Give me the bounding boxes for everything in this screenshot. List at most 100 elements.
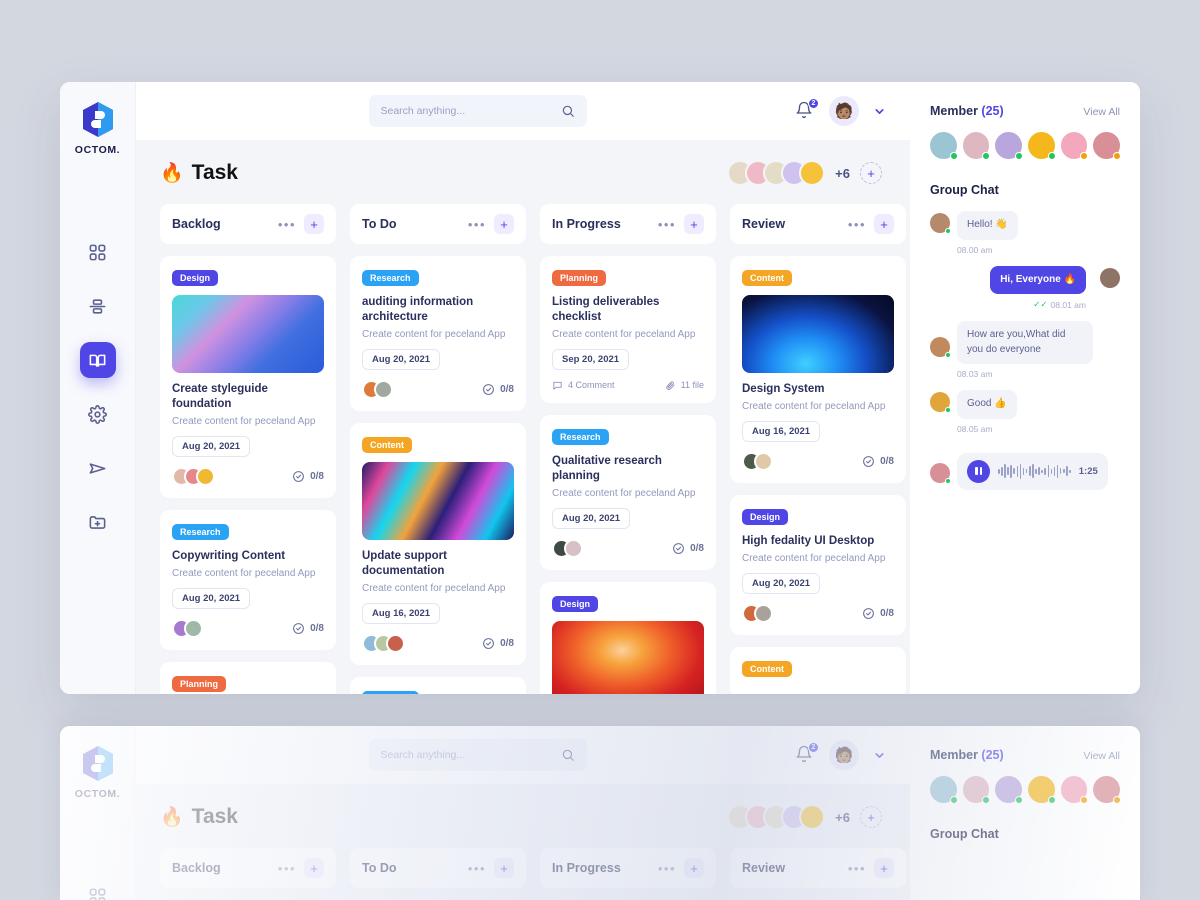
- add-card-button[interactable]: +: [304, 214, 324, 234]
- card-subtitle: Create content for peceland App: [172, 415, 316, 427]
- view-all-link[interactable]: View All: [1083, 106, 1120, 118]
- kanban-board: 🔥 Task +6 +: [136, 140, 910, 694]
- add-card-button[interactable]: +: [874, 214, 894, 234]
- card-avatar-stack[interactable]: [172, 466, 215, 486]
- member-avatar[interactable]: [1093, 776, 1122, 804]
- add-card-button[interactable]: +: [684, 214, 704, 234]
- add-card-button[interactable]: +: [684, 858, 704, 878]
- search-input[interactable]: [380, 105, 553, 117]
- task-card[interactable]: Planning Listing deliverables checklist …: [540, 256, 716, 403]
- board-column-in-progress: In Progress ••• +: [540, 848, 716, 900]
- add-card-button[interactable]: +: [874, 858, 894, 878]
- search-box[interactable]: [368, 739, 587, 771]
- view-all-link[interactable]: View All: [1083, 750, 1120, 762]
- task-card[interactable]: Research Qualitative research planning C…: [540, 414, 716, 570]
- member-avatar[interactable]: [1060, 132, 1089, 160]
- card-avatar-stack[interactable]: [742, 603, 773, 623]
- sidebar-item-send[interactable]: [80, 450, 116, 486]
- sidebar-item-layout[interactable]: [80, 288, 116, 324]
- task-card[interactable]: Planning: [160, 661, 336, 694]
- check-circle-icon: [863, 607, 875, 619]
- member-avatar[interactable]: [930, 776, 958, 804]
- layout-distribute-icon: [89, 298, 106, 314]
- avatar[interactable]: [799, 804, 826, 830]
- more-horizontal-icon[interactable]: •••: [848, 862, 866, 875]
- status-dot: [1047, 796, 1056, 804]
- folder-plus-icon: [89, 515, 106, 529]
- task-card[interactable]: Research Copywriting Content Create cont…: [160, 509, 336, 650]
- sidebar-item-board[interactable]: [79, 342, 116, 378]
- member-avatar[interactable]: [962, 132, 991, 160]
- status-dot: [945, 407, 951, 413]
- search-input[interactable]: [380, 749, 553, 761]
- sidebar-item-dashboard[interactable]: [80, 878, 116, 900]
- sidebar-item-dashboard[interactable]: [80, 234, 116, 270]
- sidebar-item-new-folder[interactable]: [80, 504, 116, 540]
- add-member-button[interactable]: +: [860, 162, 882, 184]
- member-avatar[interactable]: [995, 132, 1024, 160]
- member-avatar[interactable]: [1028, 132, 1056, 160]
- member-avatar[interactable]: [930, 132, 958, 160]
- member-avatar[interactable]: [1028, 776, 1056, 804]
- member-avatar-stack[interactable]: [727, 160, 826, 186]
- task-card[interactable]: Content Update support documentation Cre…: [350, 422, 526, 665]
- add-member-button[interactable]: +: [860, 806, 882, 828]
- add-card-button[interactable]: +: [494, 214, 514, 234]
- member-avatar[interactable]: [1060, 776, 1089, 804]
- member-label: Member (25): [930, 104, 1004, 118]
- member-avatar-stack[interactable]: [727, 804, 826, 830]
- search-box[interactable]: [368, 95, 587, 127]
- avatar[interactable]: 🧑🏽: [829, 96, 859, 126]
- card-title: Listing deliverables checklist: [552, 296, 660, 323]
- more-horizontal-icon[interactable]: •••: [658, 218, 676, 231]
- chevron-down-icon[interactable]: [873, 105, 886, 118]
- voice-player[interactable]: 1:25: [957, 452, 1108, 490]
- card-avatar-stack[interactable]: [362, 379, 393, 399]
- task-card[interactable]: Design: [540, 581, 716, 694]
- task-card[interactable]: Research: [350, 676, 526, 694]
- avatar: [386, 633, 405, 653]
- card-avatar-stack[interactable]: [172, 618, 203, 638]
- voice-duration: 1:25: [1078, 465, 1098, 477]
- status-badge: Content: [362, 436, 412, 453]
- sidebar-item-settings[interactable]: [80, 396, 116, 432]
- more-horizontal-icon[interactable]: •••: [278, 218, 296, 231]
- avatar[interactable]: [799, 160, 826, 186]
- more-horizontal-icon[interactable]: •••: [468, 218, 486, 231]
- card-avatar-stack[interactable]: [362, 633, 405, 653]
- status-badge: Research: [362, 270, 419, 286]
- card-checklist: 0/8: [292, 470, 324, 483]
- notifications-button[interactable]: 2: [795, 742, 819, 765]
- avatar[interactable]: 🧑🏽: [829, 740, 859, 770]
- chevron-down-icon[interactable]: [873, 749, 886, 762]
- fire-emoji-icon: 🔥: [160, 163, 184, 184]
- task-card[interactable]: Content Design System Create content for…: [730, 256, 906, 483]
- more-horizontal-icon[interactable]: •••: [658, 862, 676, 875]
- notifications-button[interactable]: 2: [795, 98, 819, 121]
- page-title-text: Task: [191, 161, 238, 184]
- add-card-button[interactable]: +: [304, 858, 324, 878]
- card-footer: 0/8: [362, 633, 514, 653]
- pause-icon[interactable]: [967, 459, 990, 483]
- member-avatar-row: [930, 132, 1122, 160]
- more-horizontal-icon[interactable]: •••: [848, 218, 866, 231]
- member-avatar[interactable]: [1093, 132, 1122, 160]
- card-avatar-stack[interactable]: [552, 538, 583, 558]
- member-avatar[interactable]: [962, 776, 991, 804]
- task-card[interactable]: Research auditing information architectu…: [350, 256, 526, 411]
- card-footer: 4 Comment 11 file: [552, 380, 704, 391]
- task-card[interactable]: Content: [730, 646, 906, 694]
- column-header: Backlog ••• +: [160, 204, 336, 244]
- more-horizontal-icon[interactable]: •••: [468, 862, 486, 875]
- add-card-button[interactable]: +: [494, 858, 514, 878]
- task-card[interactable]: Design High fedality UI Desktop Create c…: [730, 494, 906, 635]
- message-time-text: 08.01 am: [1050, 299, 1086, 310]
- avatar: [930, 337, 951, 358]
- member-avatar[interactable]: [995, 776, 1024, 804]
- card-avatar-stack[interactable]: [742, 451, 773, 471]
- more-horizontal-icon[interactable]: •••: [278, 862, 296, 875]
- task-card[interactable]: Design Create styleguide foundation Crea…: [160, 256, 336, 498]
- card-footer: 0/8: [362, 379, 514, 399]
- page-title-text: Task: [191, 805, 238, 828]
- board-columns: Backlog ••• + To Do ••• + In Progress ••…: [160, 848, 906, 900]
